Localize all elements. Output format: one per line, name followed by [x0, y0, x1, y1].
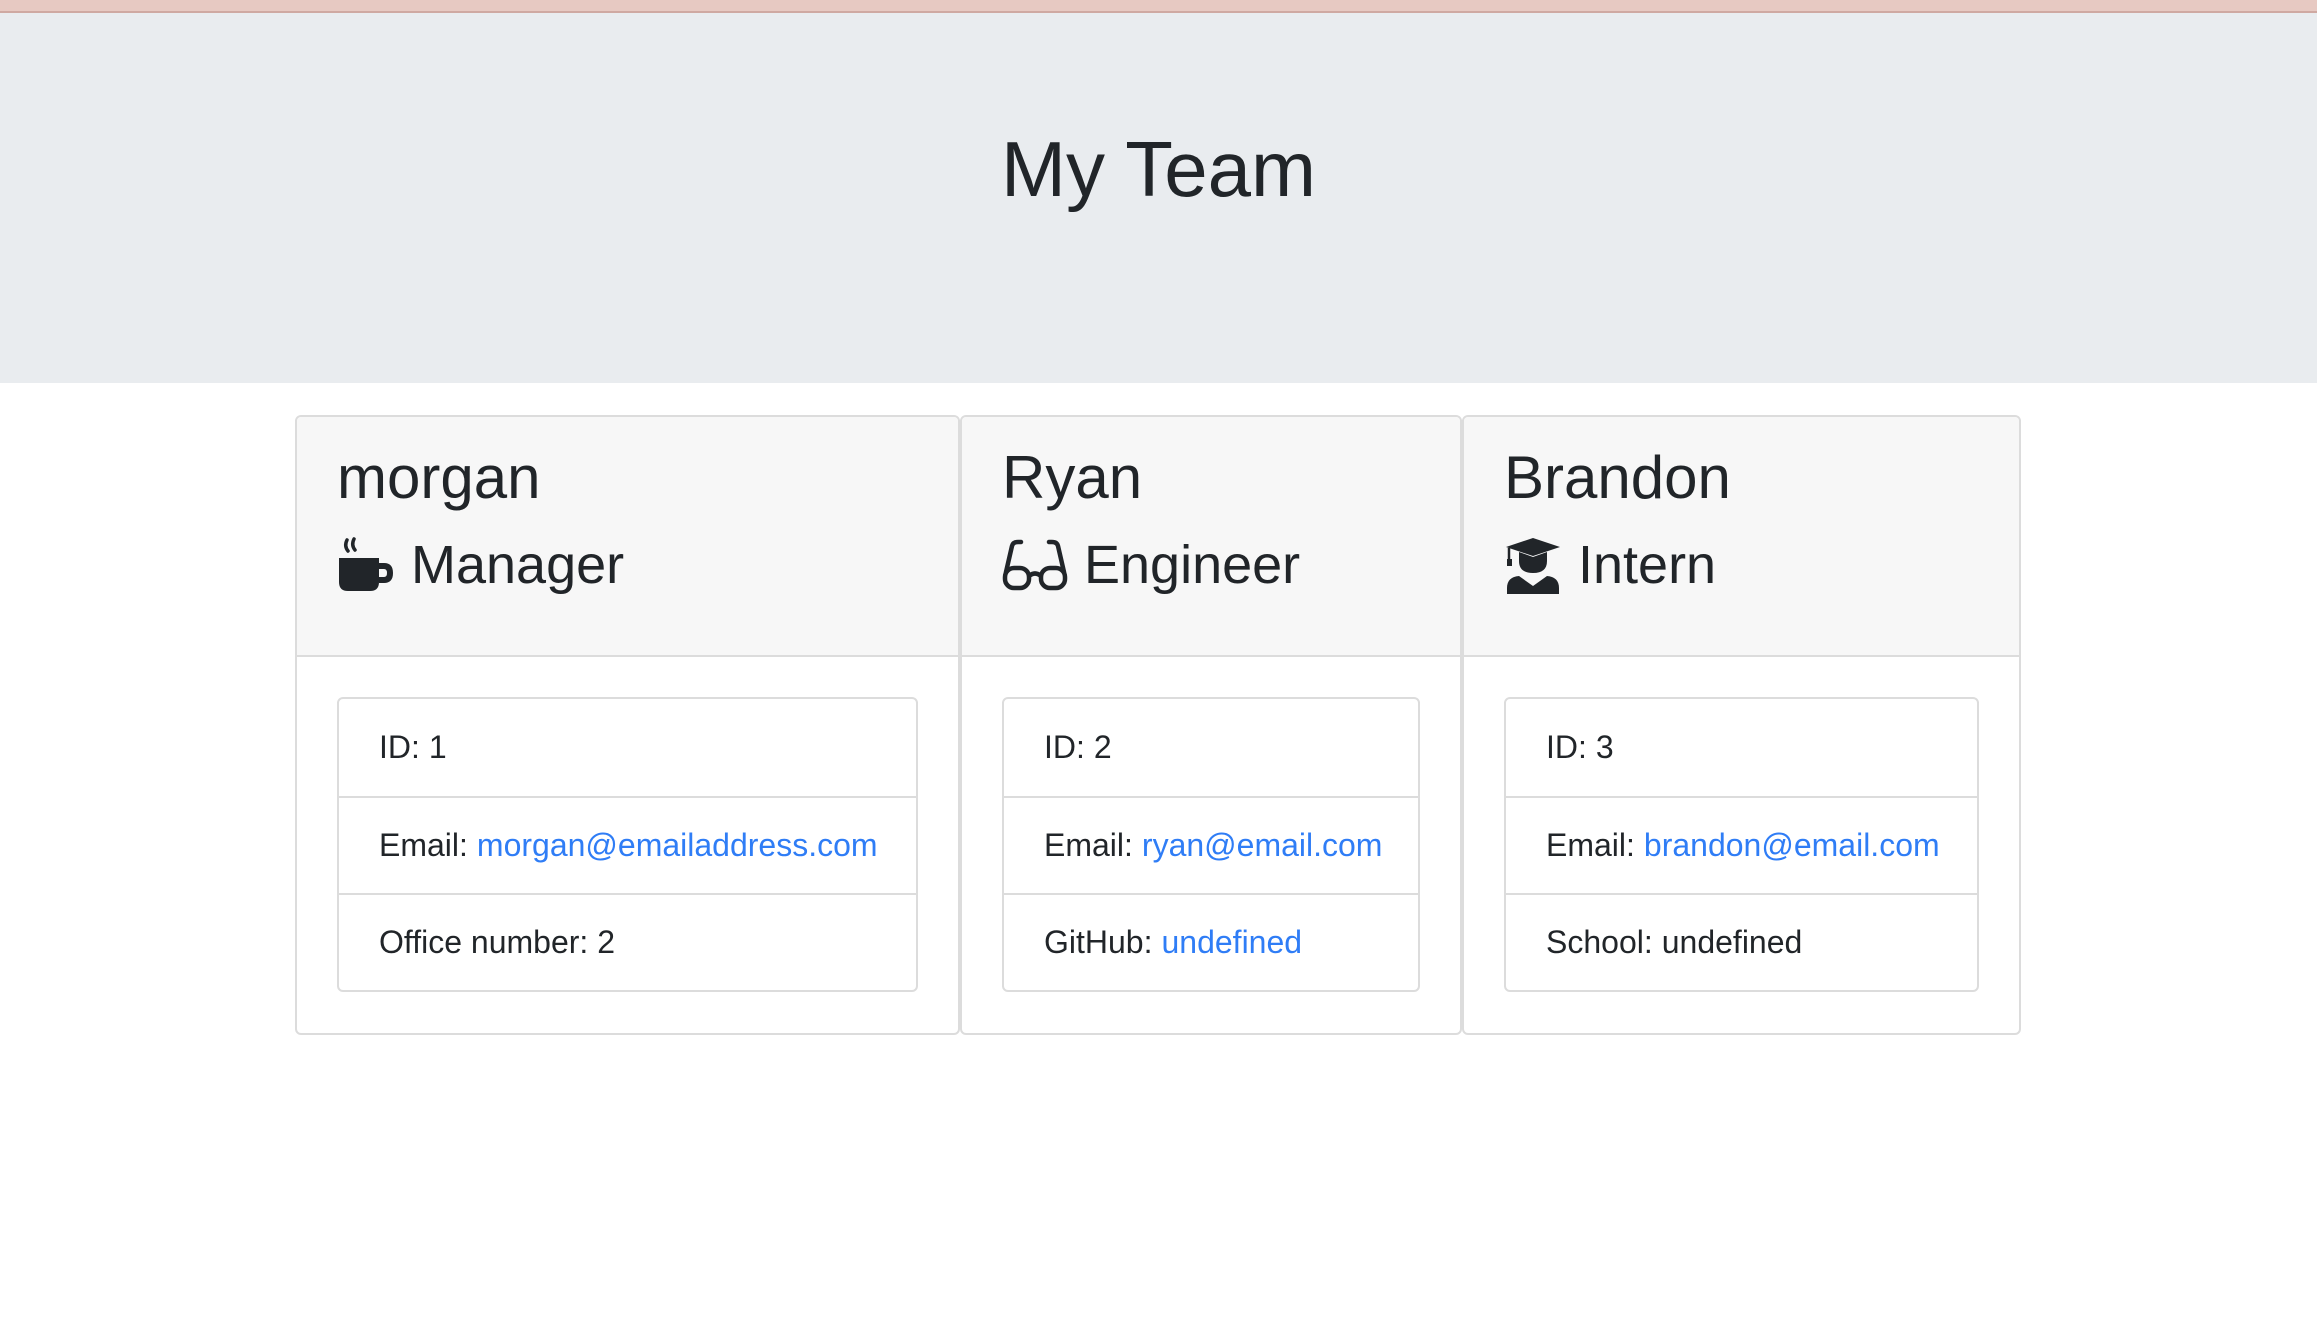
- info-list: ID: 2 Email: ryan@email.com GitHub: unde…: [1002, 697, 1420, 992]
- office-number-label: Office number:: [379, 924, 589, 960]
- email-label: Email:: [379, 827, 468, 863]
- email-label: Email:: [1546, 827, 1635, 863]
- role-label: Intern: [1578, 535, 1717, 595]
- employee-role: Engineer: [1002, 535, 1420, 595]
- card-header: Ryan Engineer: [962, 417, 1460, 657]
- role-label: Manager: [411, 535, 625, 595]
- id-value: 3: [1595, 729, 1614, 765]
- id-label: ID:: [379, 729, 420, 765]
- info-list: ID: 1 Email: morgan@emailaddress.com Off…: [337, 697, 918, 992]
- id-label: ID:: [1546, 729, 1587, 765]
- id-item: ID: 1: [339, 699, 916, 796]
- employee-role: Intern: [1504, 535, 1979, 595]
- role-label: Engineer: [1084, 535, 1301, 595]
- card-header: morgan Manager: [297, 417, 958, 657]
- employee-card-engineer: Ryan Engineer ID: 2 Email: ryan@email.co…: [960, 415, 1462, 1035]
- id-label: ID:: [1044, 729, 1085, 765]
- email-item: Email: morgan@emailaddress.com: [339, 796, 916, 893]
- employee-name: Ryan: [1002, 444, 1143, 511]
- id-item: ID: 3: [1506, 699, 1977, 796]
- employee-card-intern: Brandon Intern ID: 3 Email: brandon@emai…: [1462, 415, 2021, 1035]
- id-value: 2: [1093, 729, 1112, 765]
- employee-card-manager: morgan Manager ID: 1 Email: morgan@email…: [295, 415, 960, 1035]
- school-item: School: undefined: [1506, 893, 1977, 990]
- employee-name: morgan: [337, 444, 541, 511]
- email-item: Email: ryan@email.com: [1004, 796, 1418, 893]
- top-strip: [0, 0, 2317, 13]
- employee-role: Manager: [337, 535, 918, 595]
- email-link[interactable]: brandon@email.com: [1644, 827, 1940, 864]
- card-body: ID: 1 Email: morgan@emailaddress.com Off…: [297, 657, 958, 1032]
- office-number-value: 2: [597, 924, 616, 960]
- email-label: Email:: [1044, 827, 1133, 863]
- github-label: GitHub:: [1044, 924, 1153, 960]
- page-title: My Team: [1001, 125, 1316, 213]
- id-item: ID: 2: [1004, 699, 1418, 796]
- graduate-icon: [1504, 536, 1562, 594]
- email-item: Email: brandon@email.com: [1506, 796, 1977, 893]
- employee-name: Brandon: [1504, 444, 1731, 511]
- github-link[interactable]: undefined: [1161, 924, 1302, 961]
- card-body: ID: 2 Email: ryan@email.com GitHub: unde…: [962, 657, 1460, 1032]
- card-header: Brandon Intern: [1464, 417, 2019, 657]
- coffee-mug-icon: [337, 536, 395, 594]
- email-link[interactable]: morgan@emailaddress.com: [477, 827, 878, 864]
- info-list: ID: 3 Email: brandon@email.com School: u…: [1504, 697, 1979, 992]
- glasses-icon: [1002, 536, 1068, 594]
- email-link[interactable]: ryan@email.com: [1142, 827, 1383, 864]
- id-value: 1: [428, 729, 447, 765]
- school-value: undefined: [1661, 924, 1803, 960]
- github-item: GitHub: undefined: [1004, 893, 1418, 990]
- school-label: School:: [1546, 924, 1653, 960]
- card-body: ID: 3 Email: brandon@email.com School: u…: [1464, 657, 2019, 1032]
- office-number-item: Office number: 2: [339, 893, 916, 990]
